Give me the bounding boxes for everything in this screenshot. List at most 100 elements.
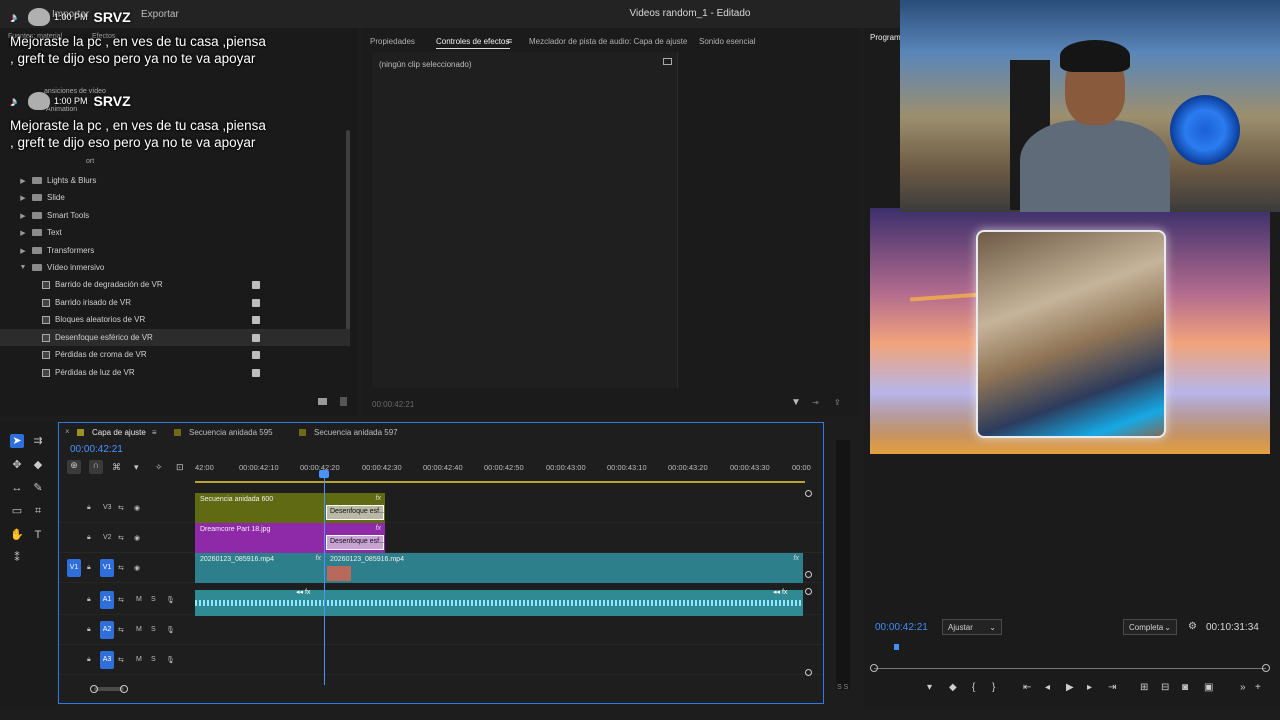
caption-tool-icon[interactable]: ⁑ bbox=[10, 551, 24, 565]
mark-in-icon[interactable]: { bbox=[972, 682, 975, 693]
slip-tool-icon[interactable]: ↔ bbox=[10, 481, 24, 495]
insert-nest-icon[interactable]: ⊕ bbox=[67, 460, 81, 474]
snap-icon[interactable]: ∩ bbox=[89, 460, 103, 474]
timeline-timecode[interactable]: 00:00:42:21 bbox=[70, 444, 123, 455]
solo-button[interactable]: S bbox=[151, 656, 156, 663]
lock-icon[interactable]: 🔒︎ bbox=[87, 626, 91, 634]
tree-item-lights-blurs[interactable]: ▶ Lights & Blurs bbox=[0, 172, 350, 189]
rectangle-tool-icon[interactable]: ▭ bbox=[10, 504, 24, 518]
microphone-icon[interactable]: 🎙︎ bbox=[166, 626, 175, 634]
clip-video-a[interactable]: 20260123_085916.mp4 fx bbox=[195, 553, 325, 583]
go-to-in-icon[interactable]: ⇤ bbox=[1023, 682, 1031, 693]
sync-lock-icon[interactable]: ⇆ bbox=[118, 626, 124, 634]
marker-icon[interactable]: ▾ bbox=[927, 682, 932, 693]
track-name-v3[interactable]: V3 bbox=[103, 504, 112, 511]
v-scroll-top[interactable] bbox=[805, 490, 812, 497]
track-name-a3[interactable]: A3 bbox=[100, 651, 114, 669]
program-timecode[interactable]: 00:00:42:21 bbox=[875, 622, 928, 633]
tree-item-transformers[interactable]: ▶ Transformers bbox=[0, 242, 350, 259]
wrench-icon[interactable]: ⚙ bbox=[1188, 621, 1197, 632]
sync-lock-icon[interactable]: ⇆ bbox=[118, 656, 124, 664]
clip-effect-blur[interactable]: Desenfoque esf... bbox=[326, 535, 385, 550]
eye-icon[interactable]: ◉ bbox=[134, 564, 140, 572]
mute-button[interactable]: M bbox=[136, 656, 142, 663]
lock-icon[interactable]: 🔒︎ bbox=[87, 656, 91, 664]
playhead-line[interactable] bbox=[324, 470, 325, 685]
clip-video-b[interactable]: 20260123_085916.mp4 fx bbox=[325, 553, 803, 583]
tree-item-text[interactable]: ▶ Text bbox=[0, 224, 350, 241]
add-button-icon[interactable]: + bbox=[1255, 682, 1261, 693]
tab-audio-mixer[interactable]: Mezclador de pista de audio: Capa de aju… bbox=[529, 37, 687, 46]
effect-item[interactable]: Barrido irisado de VR bbox=[0, 294, 350, 311]
hamburger-icon[interactable]: ≡ bbox=[152, 428, 157, 437]
tab-sequence-595[interactable]: Secuencia anidada 595 bbox=[174, 428, 273, 437]
a-scroll-bottom[interactable] bbox=[805, 669, 812, 676]
track-select-tool-icon[interactable]: ⇉ bbox=[31, 434, 45, 448]
trash-icon[interactable] bbox=[340, 397, 347, 406]
tab-effect-controls[interactable]: Controles de efectos bbox=[436, 37, 509, 46]
zoom-handle-left[interactable] bbox=[90, 685, 98, 693]
fit-dropdown[interactable]: Ajustar ⌄ bbox=[942, 619, 1002, 635]
program-playhead-icon[interactable] bbox=[894, 644, 899, 650]
solo-button[interactable]: S bbox=[151, 596, 156, 603]
mute-button[interactable]: M bbox=[136, 596, 142, 603]
tab-essential-sound[interactable]: Sonido esencial bbox=[699, 37, 755, 46]
source-patch-v1[interactable]: V1 bbox=[67, 559, 81, 577]
sync-lock-icon[interactable]: ⇆ bbox=[118, 564, 124, 572]
add-marker-icon[interactable]: ▾ bbox=[134, 462, 139, 473]
eye-icon[interactable]: ◉ bbox=[134, 534, 140, 542]
lock-icon[interactable]: 🔒︎ bbox=[87, 534, 91, 542]
overwrite-icon[interactable]: ⊟ bbox=[1161, 682, 1169, 693]
tree-item-smart-tools[interactable]: ▶ Smart Tools bbox=[0, 207, 350, 224]
effect-item[interactable]: Pérdidas de luz de VR bbox=[0, 364, 350, 381]
microphone-icon[interactable]: 🎙︎ bbox=[166, 596, 175, 604]
captions-icon[interactable]: ⊡ bbox=[176, 462, 184, 473]
close-icon[interactable]: × bbox=[65, 427, 70, 436]
eye-icon[interactable]: ◉ bbox=[134, 504, 140, 512]
camera-icon[interactable]: ◙ bbox=[1182, 682, 1188, 693]
selection-tool-icon[interactable]: ➤ bbox=[10, 434, 24, 448]
hamburger-icon[interactable]: ≡ bbox=[507, 36, 512, 46]
add-marker-icon[interactable]: ◆ bbox=[949, 682, 957, 693]
effect-item-selected[interactable]: Desenfoque esférico de VR bbox=[0, 329, 350, 346]
go-to-icon[interactable]: ⇥ bbox=[812, 398, 819, 407]
mark-out-icon[interactable]: } bbox=[992, 682, 995, 693]
track-name-v1[interactable]: V1 bbox=[100, 559, 114, 577]
effect-item[interactable]: Bloques aleatorios de VR bbox=[0, 311, 350, 328]
tree-item-slide[interactable]: ▶ Slide bbox=[0, 189, 350, 206]
a-scroll-top[interactable] bbox=[805, 588, 812, 595]
step-back-icon[interactable]: ◂ bbox=[1045, 682, 1050, 693]
linked-selection-icon[interactable]: ⌘ bbox=[112, 462, 121, 473]
tree-item-immersive-video[interactable]: ▼ Vídeo inmersivo bbox=[0, 259, 350, 276]
more-icon[interactable]: » bbox=[1240, 682, 1246, 693]
razor-tool-icon[interactable]: ◆ bbox=[31, 458, 45, 472]
step-forward-icon[interactable]: ▸ bbox=[1087, 682, 1092, 693]
zoom-handle-right[interactable] bbox=[120, 685, 128, 693]
v-scroll-bottom[interactable] bbox=[805, 571, 812, 578]
tab-sequence-597[interactable]: Secuencia anidada 597 bbox=[299, 428, 398, 437]
tab-sequence-adjust[interactable]: Capa de ajuste ≡ bbox=[77, 428, 157, 437]
crop-tool-icon[interactable]: ⌗ bbox=[31, 504, 45, 518]
lock-icon[interactable]: 🔒︎ bbox=[87, 564, 91, 572]
filter-icon[interactable]: ▼ bbox=[791, 397, 801, 408]
lock-icon[interactable]: 🔒︎ bbox=[87, 504, 91, 512]
audio-clip-a1[interactable] bbox=[195, 590, 803, 616]
play-icon[interactable]: ▶ bbox=[1066, 682, 1074, 693]
meter-solo-labels[interactable]: S S bbox=[837, 684, 848, 691]
panel-toggle-icon[interactable] bbox=[663, 58, 672, 65]
insert-icon[interactable]: ⊞ bbox=[1140, 682, 1148, 693]
program-scrubber[interactable] bbox=[874, 668, 1266, 669]
ripple-tool-icon[interactable]: ✥ bbox=[10, 458, 24, 472]
hand-tool-icon[interactable]: ✋ bbox=[10, 528, 24, 542]
menu-export[interactable]: Exportar bbox=[141, 9, 179, 20]
pen-tool-icon[interactable]: ✎ bbox=[31, 481, 45, 495]
playhead-handle[interactable] bbox=[319, 470, 329, 478]
new-folder-icon[interactable] bbox=[318, 398, 327, 405]
scrub-out-handle[interactable] bbox=[1262, 664, 1270, 672]
solo-button[interactable]: S bbox=[151, 626, 156, 633]
comparison-icon[interactable]: ▣ bbox=[1204, 682, 1213, 693]
type-tool-icon[interactable]: T bbox=[31, 528, 45, 542]
sync-lock-icon[interactable]: ⇆ bbox=[118, 504, 124, 512]
work-area-bar[interactable] bbox=[195, 481, 805, 483]
mute-button[interactable]: M bbox=[136, 626, 142, 633]
